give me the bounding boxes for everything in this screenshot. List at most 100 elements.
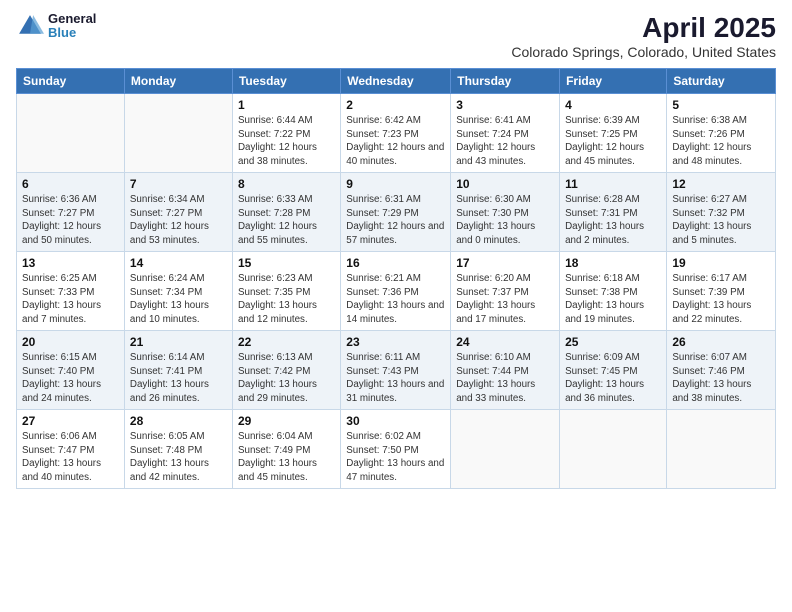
sunrise-text: Sunrise: 6:20 AM [456,273,531,284]
calendar-day-cell: 10Sunrise: 6:30 AMSunset: 7:30 PMDayligh… [451,173,560,252]
sunset-text: Sunset: 7:23 PM [346,129,418,140]
weekday-header: Tuesday [232,69,340,94]
daylight-text: Daylight: 13 hours and 36 minutes. [565,379,644,404]
day-info: Sunrise: 6:20 AMSunset: 7:37 PMDaylight:… [456,272,554,326]
page: General Blue April 2025 Colorado Springs… [0,0,792,612]
day-info: Sunrise: 6:31 AMSunset: 7:29 PMDaylight:… [346,193,445,247]
day-number: 2 [346,98,445,112]
sunrise-text: Sunrise: 6:11 AM [346,352,420,363]
weekday-header: Saturday [667,69,776,94]
sunrise-text: Sunrise: 6:07 AM [672,352,747,363]
day-info: Sunrise: 6:24 AMSunset: 7:34 PMDaylight:… [130,272,227,326]
sunrise-text: Sunrise: 6:33 AM [238,194,313,205]
day-number: 30 [346,414,445,428]
sunset-text: Sunset: 7:31 PM [565,208,637,219]
calendar-day-cell [560,410,667,489]
day-number: 15 [238,256,335,270]
sunrise-text: Sunrise: 6:06 AM [22,431,97,442]
day-info: Sunrise: 6:15 AMSunset: 7:40 PMDaylight:… [22,351,119,405]
daylight-text: Daylight: 13 hours and 33 minutes. [456,379,535,404]
calendar-day-cell: 11Sunrise: 6:28 AMSunset: 7:31 PMDayligh… [560,173,667,252]
sunset-text: Sunset: 7:44 PM [456,366,528,377]
sunrise-text: Sunrise: 6:41 AM [456,115,531,126]
daylight-text: Daylight: 13 hours and 38 minutes. [672,379,751,404]
sunrise-text: Sunrise: 6:09 AM [565,352,640,363]
calendar-day-cell: 20 Sunrise: 6:15 AMSunset: 7:40 PMDayligh… [17,331,125,410]
day-info: Sunrise: 6:18 AMSunset: 7:38 PMDaylight:… [565,272,661,326]
day-number: 20 [22,335,119,349]
day-number: 8 [238,177,335,191]
day-info: Sunrise: 6:38 AMSunset: 7:26 PMDaylight:… [672,114,770,168]
calendar-day-cell: 5Sunrise: 6:38 AMSunset: 7:26 PMDaylight… [667,94,776,173]
day-number: 25 [565,335,661,349]
day-info: Sunrise: 6:25 AM Sunset: 7:33 PM Daylight:… [22,272,119,326]
daylight-text: Daylight: 13 hours and 42 minutes. [130,458,209,483]
calendar-day-cell [451,410,560,489]
day-info: Sunrise: 6:42 AMSunset: 7:23 PMDaylight:… [346,114,445,168]
sunset-text: Sunset: 7:33 PM [22,287,94,298]
weekday-header: Friday [560,69,667,94]
daylight-text: Daylight: 13 hours and 45 minutes. [238,458,317,483]
daylight-text: Daylight: 12 hours and 45 minutes. [565,142,644,167]
day-info: Sunrise: 6:27 AMSunset: 7:32 PMDaylight:… [672,193,770,247]
day-number: 3 [456,98,554,112]
calendar-day-cell: 4Sunrise: 6:39 AMSunset: 7:25 PMDaylight… [560,94,667,173]
calendar-day-cell: 14Sunrise: 6:24 AMSunset: 7:34 PMDayligh… [124,252,232,331]
calendar-day-cell: 23Sunrise: 6:11 AMSunset: 7:43 PMDayligh… [341,331,451,410]
daylight-text: Daylight: 12 hours and 40 minutes. [346,142,444,167]
calendar-header-row: SundayMondayTuesdayWednesdayThursdayFrid… [17,69,776,94]
day-info: Sunrise: 6:33 AMSunset: 7:28 PMDaylight:… [238,193,335,247]
sunset-text: Sunset: 7:41 PM [130,366,202,377]
calendar-day-cell: 30Sunrise: 6:02 AMSunset: 7:50 PMDayligh… [341,410,451,489]
day-info: Sunrise: 6:06 AMSunset: 7:47 PMDaylight:… [22,430,119,484]
daylight-text: Daylight: 12 hours and 38 minutes. [238,142,317,167]
sunset-text: Sunset: 7:26 PM [672,129,744,140]
calendar-day-cell: 17Sunrise: 6:20 AMSunset: 7:37 PMDayligh… [451,252,560,331]
sunrise-text: Sunrise: 6:14 AM [130,352,205,363]
logo-line1: General [48,12,96,26]
daylight-text: Daylight: 12 hours and 53 minutes. [130,221,209,246]
calendar-week-row: 20 Sunrise: 6:15 AMSunset: 7:40 PMDayligh… [17,331,776,410]
daylight-text: Daylight: 13 hours and 5 minutes. [672,221,751,246]
day-info: Sunrise: 6:02 AMSunset: 7:50 PMDaylight:… [346,430,445,484]
day-info: Sunrise: 6:09 AMSunset: 7:45 PMDaylight:… [565,351,661,405]
day-number: 26 [672,335,770,349]
weekday-header: Wednesday [341,69,451,94]
day-number: 22 [238,335,335,349]
calendar-day-cell [667,410,776,489]
daylight-text: Daylight: 13 hours and 2 minutes. [565,221,644,246]
day-info: Sunrise: 6:04 AMSunset: 7:49 PMDaylight:… [238,430,335,484]
sunrise-text: Sunrise: 6:02 AM [346,431,421,442]
day-number: 7 [130,177,227,191]
calendar-week-row: 13 Sunrise: 6:25 AM Sunset: 7:33 PM Dayligh… [17,252,776,331]
calendar-table: SundayMondayTuesdayWednesdayThursdayFrid… [16,68,776,489]
day-number: 29 [238,414,335,428]
sunrise-text: Sunrise: 6:23 AM [238,273,313,284]
sunrise-text: Sunrise: 6:27 AM [672,194,747,205]
daylight-text: Daylight: 13 hours and 7 minutes. [22,300,101,325]
logo-text: General Blue [48,12,96,41]
daylight-text: Daylight: 13 hours and 40 minutes. [22,458,101,483]
day-number: 6 [22,177,119,191]
sunset-text: Sunset: 7:27 PM [130,208,202,219]
sunrise-text: Sunrise: 6:31 AM [346,194,421,205]
sunrise-text: Sunrise: 6:25 AM [22,273,97,284]
daylight-text: Daylight: 13 hours and 12 minutes. [238,300,317,325]
sunset-text: Sunset: 7:50 PM [346,445,418,456]
calendar-day-cell: 21Sunrise: 6:14 AMSunset: 7:41 PMDayligh… [124,331,232,410]
sunset-text: Sunset: 7:24 PM [456,129,528,140]
sunrise-text: Sunrise: 6:30 AM [456,194,531,205]
day-info: Sunrise: 6:07 AMSunset: 7:46 PMDaylight:… [672,351,770,405]
day-number: 13 [22,256,119,270]
daylight-text: Daylight: 13 hours and 0 minutes. [456,221,535,246]
daylight-text: Daylight: 13 hours and 14 minutes. [346,300,444,325]
page-title: April 2025 [511,12,776,44]
calendar-day-cell: 25 Sunrise: 6:09 AMSunset: 7:45 PMDayligh… [560,331,667,410]
day-number: 16 [346,256,445,270]
calendar-day-cell: 29 Sunrise: 6:04 AMSunset: 7:49 PMDayligh… [232,410,340,489]
calendar-week-row: 6Sunrise: 6:36 AMSunset: 7:27 PMDaylight… [17,173,776,252]
sunset-text: Sunset: 7:28 PM [238,208,310,219]
weekday-header: Monday [124,69,232,94]
day-number: 23 [346,335,445,349]
sunset-text: Sunset: 7:49 PM [238,445,310,456]
